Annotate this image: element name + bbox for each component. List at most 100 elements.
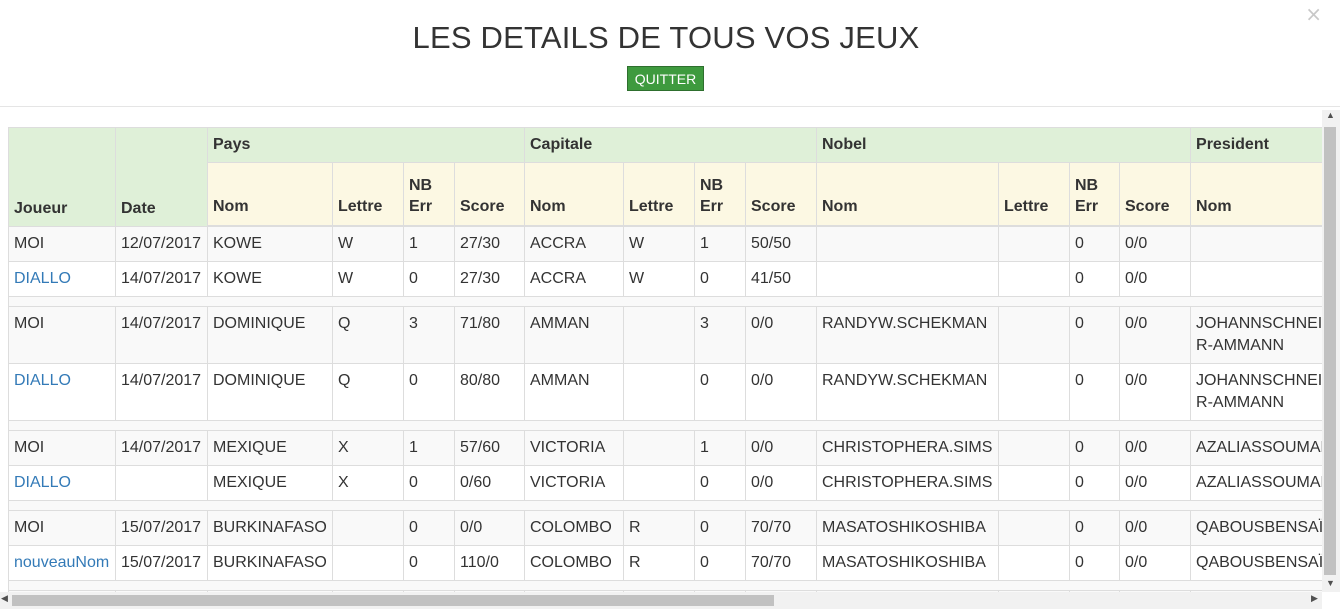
pays-lettre-cell [332, 545, 404, 581]
nobel-lettre-cell [998, 261, 1070, 297]
pays-score-cell: 27/30 [454, 261, 525, 297]
nobel-lettre-cell [998, 510, 1070, 546]
subheader-pays-nom: Nom [207, 162, 333, 227]
separator-row [8, 420, 1322, 431]
quit-button[interactable]: QUITTER [627, 66, 704, 91]
scroll-up-arrow-icon[interactable]: ▲ [1326, 110, 1335, 120]
scroll-right-arrow-icon[interactable]: ▶ [1311, 593, 1318, 604]
horizontal-scroll-thumb[interactable] [12, 595, 774, 606]
capitale-nb-err-cell: 0 [694, 465, 746, 501]
nb-err-line1: NB [700, 177, 724, 194]
date-cell: 14/07/2017 [115, 261, 208, 297]
pays-nom-cell: KOWE [207, 261, 333, 297]
scroll-down-arrow-icon[interactable]: ▼ [1326, 578, 1335, 588]
subheader-pays-score: Score [454, 162, 525, 227]
pays-lettre-cell: Q [332, 363, 404, 421]
group-header-nobel: Nobel [815, 127, 1192, 163]
pays-score-cell: 0/60 [454, 465, 525, 501]
capitale-lettre-cell: W [623, 225, 695, 262]
pays-score-cell: 80/80 [454, 363, 525, 421]
nb-err-line1: NB [409, 177, 433, 194]
capitale-nom-cell: COLOMBO [524, 545, 624, 581]
subheader-capitale-nb-err: NB Err [694, 162, 746, 227]
capitale-nom-cell: AMMAN [524, 306, 624, 364]
vertical-scroll-thumb[interactable] [1324, 127, 1336, 575]
capitale-lettre-cell [623, 430, 695, 466]
close-icon[interactable]: × [1305, 2, 1322, 26]
nobel-nb-err-cell: 0 [1069, 545, 1120, 581]
nobel-nb-err-cell: 0 [1069, 261, 1120, 297]
player-cell: MOI [8, 430, 116, 466]
pays-nom-cell: BURKINAFASO [207, 545, 333, 581]
nobel-lettre-cell [998, 465, 1070, 501]
nobel-lettre-cell [998, 363, 1070, 421]
capitale-score-cell: 0/0 [745, 306, 817, 364]
capitale-nb-err-cell: 0 [694, 363, 746, 421]
games-table-container[interactable]: Joueur Date Pays Capitale Nobel Presiden… [8, 127, 1322, 593]
president-nom-cell: JOHANNSCHNEIDER-AMMANN [1190, 306, 1322, 364]
nobel-nom-cell: RANDYW.SCHEKMAN [816, 363, 999, 421]
nb-err-line2: Err [409, 198, 433, 215]
player-cell[interactable]: DIALLO [8, 363, 116, 421]
capitale-nom-cell: ACCRA [524, 261, 624, 297]
player-cell: MOI [8, 510, 116, 546]
date-cell: 12/07/2017 [115, 225, 208, 262]
group-header-capitale: Capitale [524, 127, 817, 163]
pays-nb-err-cell: 0 [403, 545, 455, 581]
nobel-score-cell: 0/0 [1118, 545, 1192, 581]
nobel-lettre-cell [998, 545, 1070, 581]
table-row: DIALLO MEXIQUE X 0 0/60 VICTORIA 0 0/0 CHRISTOPH… [8, 465, 1322, 501]
president-nom-cell [1190, 261, 1322, 297]
subheader-nobel-nom: Nom [816, 162, 999, 227]
pays-nb-err-cell: 0 [403, 261, 455, 297]
modal-header: LES DETAILS DE TOUS VOS JEUX QUITTER × [0, 0, 1340, 107]
nobel-score-cell: 0/0 [1118, 306, 1192, 364]
scroll-left-arrow-icon[interactable]: ◀ [1, 593, 8, 604]
table-row: DIALLO 14/07/2017 DOMINIQUE Q 0 80/80 AMMAN 0 0/… [8, 363, 1322, 421]
separator-cell [8, 296, 1322, 307]
nobel-nom-cell [816, 225, 999, 262]
nobel-nom-cell: MASATOSHIKOSHIBA [816, 510, 999, 546]
capitale-score-cell: 41/50 [745, 261, 817, 297]
nobel-nom-cell: RANDYW.SCHEKMAN [816, 306, 999, 364]
player-cell[interactable]: nouveauNom [8, 545, 116, 581]
nobel-nb-err-cell: 0 [1069, 510, 1120, 546]
nobel-score-cell: 0/0 [1118, 430, 1192, 466]
capitale-nb-err-cell: 0 [694, 261, 746, 297]
pays-nb-err-cell: 3 [403, 306, 455, 364]
separator-row [8, 500, 1322, 511]
nobel-nb-err-cell: 0 [1069, 363, 1120, 421]
capitale-lettre-cell [623, 306, 695, 364]
pays-nom-cell: DOMINIQUE [207, 363, 333, 421]
nobel-nom-cell: CHRISTOPHERA.SIMS [816, 465, 999, 501]
player-cell[interactable]: DIALLO [8, 465, 116, 501]
nobel-lettre-cell [998, 225, 1070, 262]
president-nom-cell: JOHANNSCHNEIDER-AMMANN [1190, 363, 1322, 421]
capitale-nom-cell: AMMAN [524, 363, 624, 421]
capitale-lettre-cell [623, 363, 695, 421]
pays-score-cell: 71/80 [454, 306, 525, 364]
subheader-pays-nb-err: NB Err [403, 162, 455, 227]
pays-nb-err-cell: 0 [403, 363, 455, 421]
nobel-score-cell: 0/0 [1118, 510, 1192, 546]
capitale-score-cell: 0/0 [745, 430, 817, 466]
subheader-nobel-lettre: Lettre [998, 162, 1070, 227]
date-cell [115, 465, 208, 501]
capitale-score-cell: 50/50 [745, 225, 817, 262]
nb-err-line2: Err [1075, 198, 1099, 215]
date-cell: 15/07/2017 [115, 545, 208, 581]
capitale-nb-err-cell: 1 [694, 225, 746, 262]
pays-nom-cell: MEXIQUE [207, 465, 333, 501]
nobel-score-cell: 0/0 [1118, 225, 1192, 262]
table-row: DIALLO 14/07/2017 KOWE W 0 27/30 ACCRA W 0 41/50 0… [8, 261, 1322, 297]
pays-nom-cell: KOWE [207, 225, 333, 262]
player-cell[interactable]: DIALLO [8, 261, 116, 297]
nb-err-line1: NB [1075, 177, 1099, 194]
date-cell: 14/07/2017 [115, 363, 208, 421]
capitale-lettre-cell: R [623, 545, 695, 581]
capitale-lettre-cell [623, 465, 695, 501]
nobel-lettre-cell [998, 306, 1070, 364]
capitale-nom-cell: COLOMBO [524, 510, 624, 546]
group-header-pays: Pays [207, 127, 525, 163]
table-row: nouveauNom 15/07/2017 BURKINAFASO 0 110/0 COL… [8, 545, 1322, 581]
